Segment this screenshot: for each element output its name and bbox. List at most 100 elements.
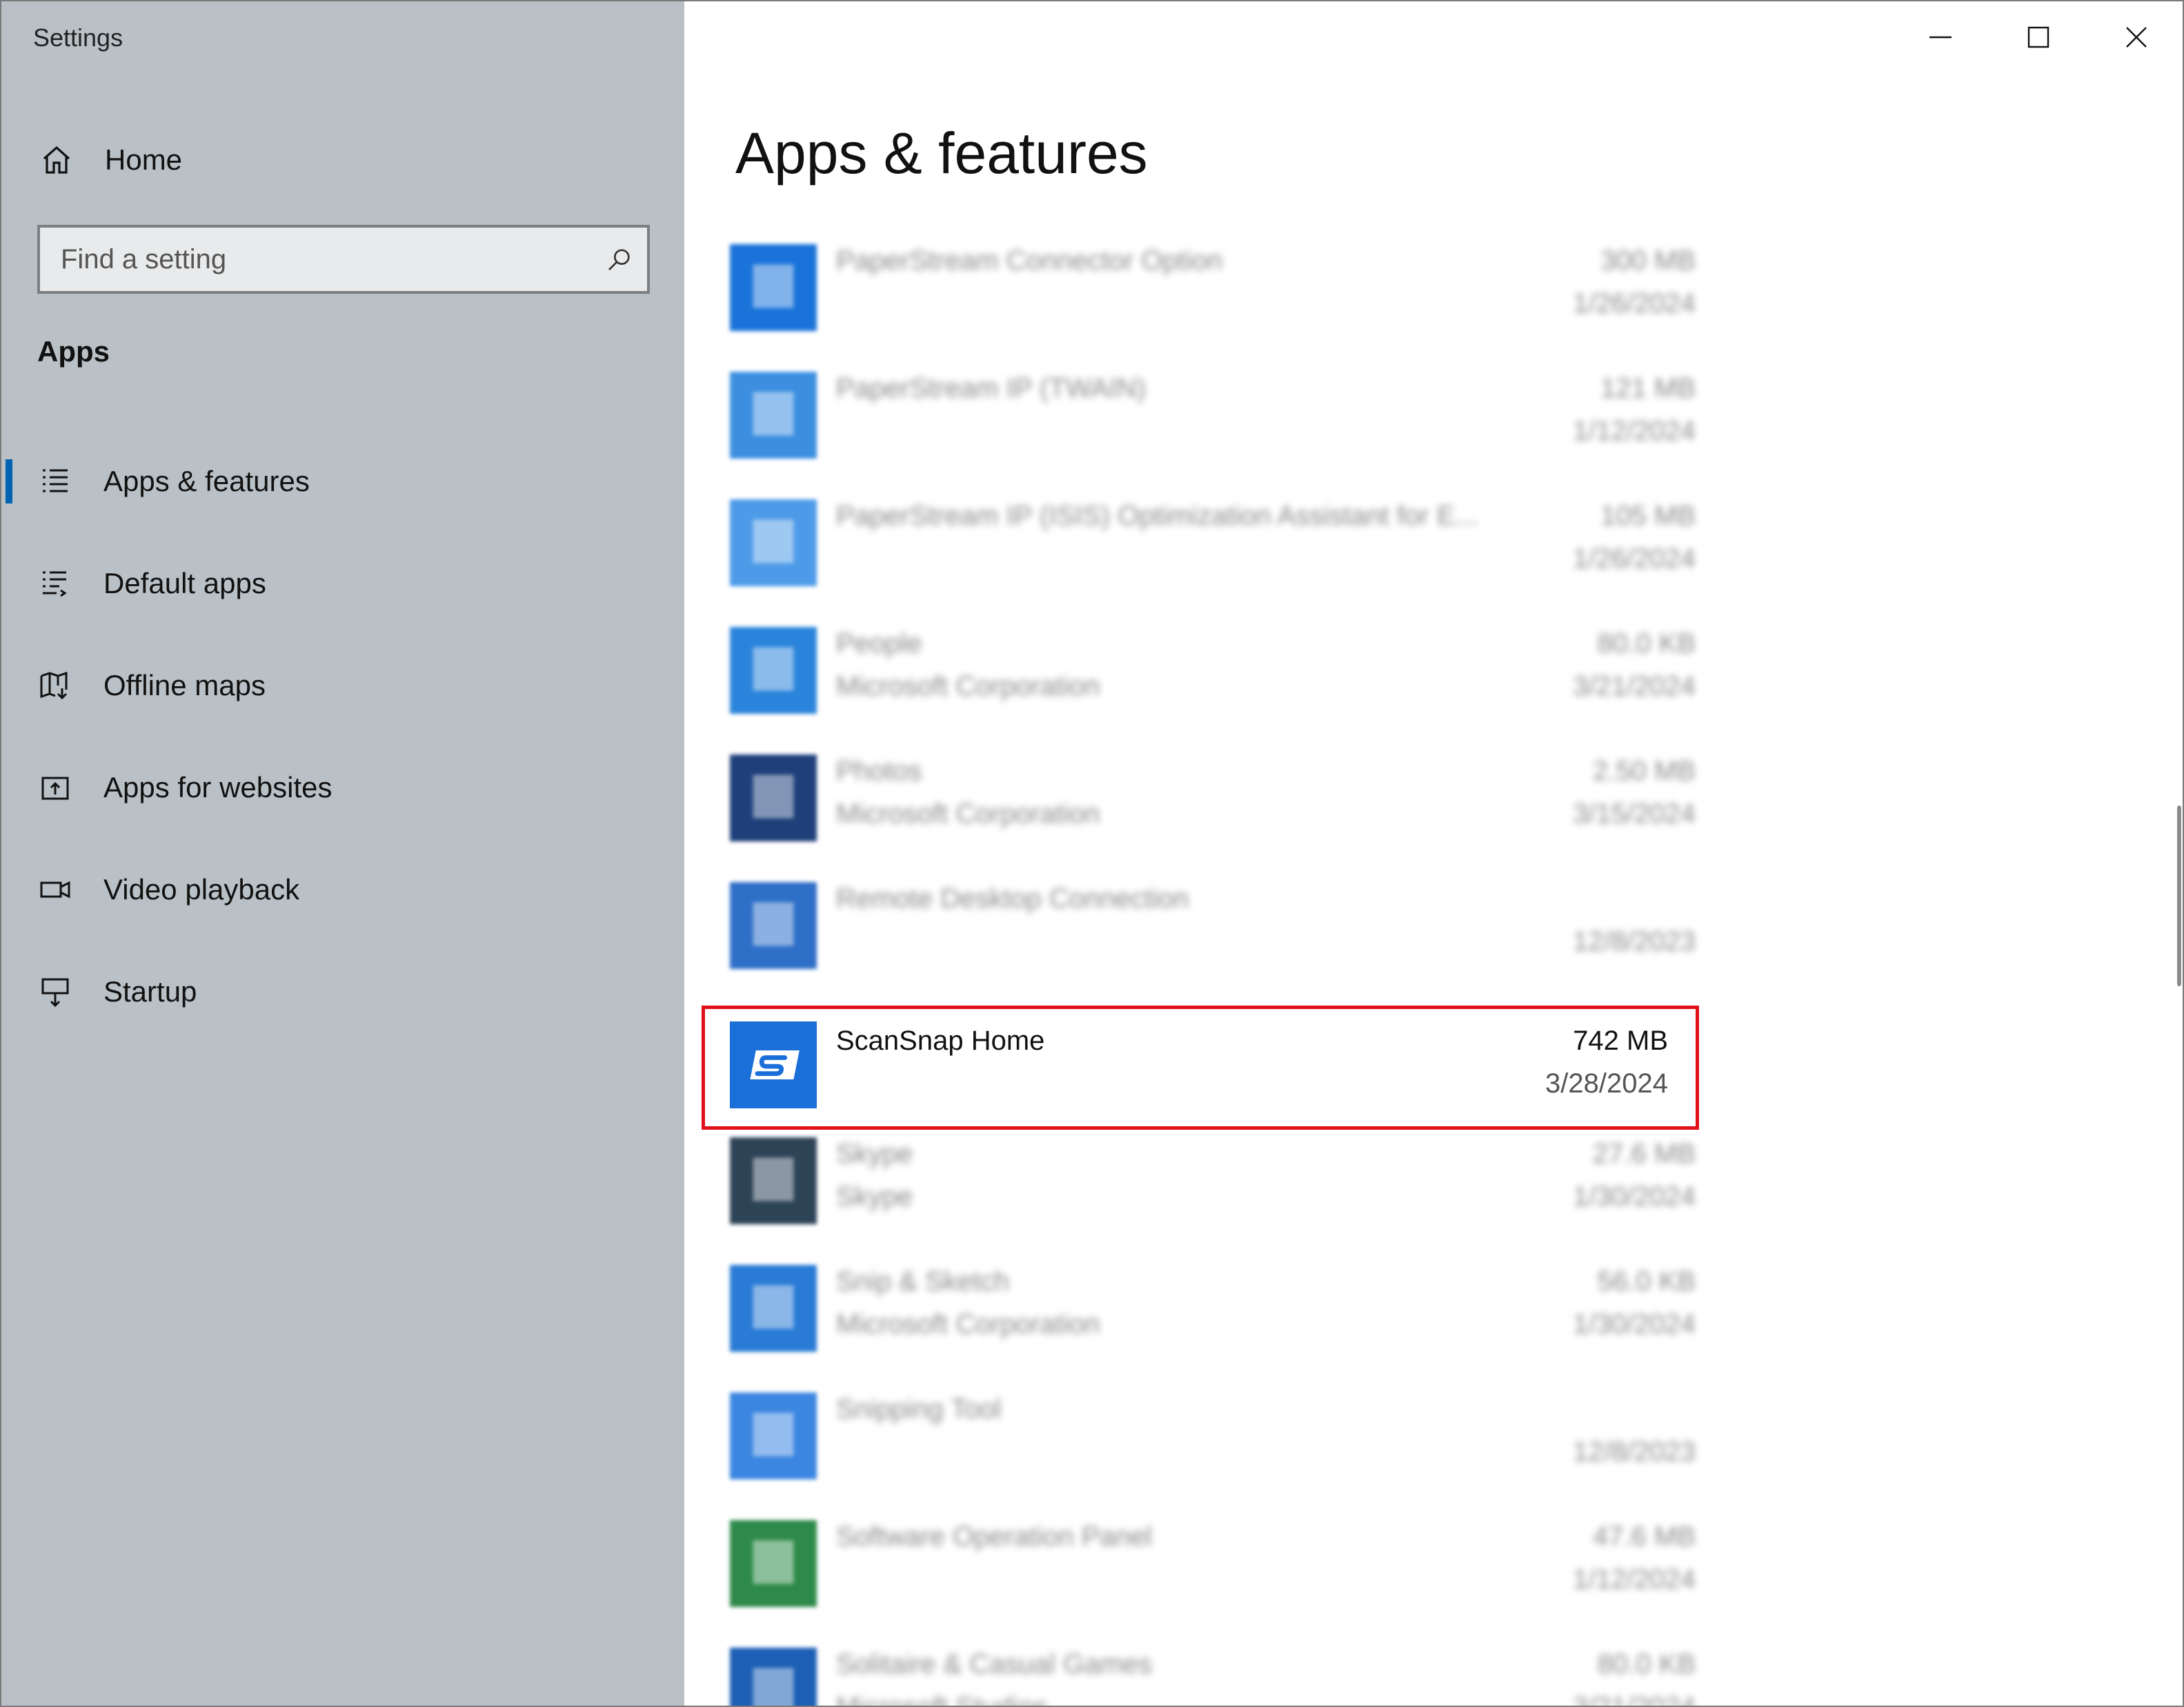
app-row[interactable]: PaperStream IP (TWAIN) 121 MB 1/12/2024 <box>730 361 1696 488</box>
app-row[interactable]: Solitaire & Casual Games Microsoft Studio… <box>730 1637 1696 1707</box>
app-publisher: Microsoft Studios <box>836 1692 1048 1707</box>
window-title: Settings <box>33 23 123 52</box>
minimize-icon <box>1929 36 1952 39</box>
nav-item-label: Offline maps <box>103 669 266 701</box>
close-icon <box>2126 27 2147 48</box>
app-publisher: Microsoft Corporation <box>836 671 1100 701</box>
video-icon <box>36 870 75 909</box>
app-icon <box>730 499 817 586</box>
map-icon <box>36 666 75 705</box>
settings-window: Settings Home Apps Apps & features <box>0 0 2184 1707</box>
list-icon <box>36 462 75 501</box>
app-name: Skype <box>836 1139 913 1169</box>
app-size: 105 MB <box>1600 501 1696 531</box>
maximize-button[interactable] <box>1989 1 2087 73</box>
nav-item-default-apps[interactable]: Default apps <box>1 532 684 635</box>
minimize-button[interactable] <box>1892 1 1989 73</box>
search-icon[interactable] <box>592 228 647 291</box>
nav-item-label: Default apps <box>103 567 266 599</box>
app-name: PaperStream Connector Option <box>836 246 1223 276</box>
scrollbar-thumb[interactable] <box>2177 806 2181 986</box>
nav-item-startup[interactable]: Startup <box>1 941 684 1043</box>
app-install-date: 1/12/2024 <box>1573 1564 1696 1595</box>
app-install-date: 3/21/2024 <box>1573 671 1696 701</box>
app-publisher: Skype <box>836 1181 913 1212</box>
app-row[interactable]: PaperStream Connector Option 300 MB 1/26/2… <box>730 233 1696 361</box>
app-icon <box>730 882 817 969</box>
app-row[interactable]: PaperStream IP (ISIS) Optimization Assis… <box>730 488 1696 616</box>
app-row[interactable]: Skype Skype 27.6 MB 1/30/2024 <box>730 1126 1696 1254</box>
app-install-date: 3/28/2024 <box>1545 1068 1668 1099</box>
app-size: 121 MB <box>1600 373 1696 403</box>
app-size: 2.50 MB <box>1593 756 1696 786</box>
app-install-date: 12/8/2023 <box>1573 926 1696 957</box>
app-row[interactable]: People Microsoft Corporation 80.0 KB 3/21/2… <box>730 616 1696 743</box>
app-install-date: 1/26/2024 <box>1573 543 1696 574</box>
search-box[interactable] <box>37 225 650 294</box>
home-icon <box>36 139 77 181</box>
app-row[interactable]: Photos Microsoft Corporation 2.50 MB 3/15/2… <box>730 743 1696 871</box>
app-icon <box>730 1520 817 1607</box>
home-label: Home <box>105 143 183 176</box>
app-install-date: 1/30/2024 <box>1573 1309 1696 1339</box>
app-name: Snip & Sketch <box>836 1266 1010 1297</box>
app-list: PaperStream Connector Option 300 MB 1/26/2… <box>702 233 1699 1707</box>
app-install-date: 1/12/2024 <box>1573 416 1696 446</box>
app-name: Snipping Tool <box>836 1394 1002 1424</box>
nav-item-label: Startup <box>103 975 197 1008</box>
app-size: 47.6 MB <box>1593 1521 1696 1552</box>
main-content: Apps & features PaperStream Connector Op… <box>684 1 2183 1707</box>
search-input[interactable] <box>40 228 592 291</box>
link-window-icon <box>36 768 75 807</box>
startup-icon <box>36 972 75 1011</box>
app-icon <box>730 1265 817 1352</box>
app-install-date: 1/26/2024 <box>1573 288 1696 319</box>
page-title: Apps & features <box>735 121 1148 186</box>
app-row[interactable]: Software Operation Panel 47.6 MB 1/12/2024 <box>730 1509 1696 1637</box>
nav-item-offline-maps[interactable]: Offline maps <box>1 635 684 737</box>
nav-item-apps-for-websites[interactable]: Apps for websites <box>1 737 684 839</box>
sidebar: Settings Home Apps Apps & features <box>1 1 684 1706</box>
app-size: 80.0 KB <box>1597 628 1696 659</box>
nav-item-label: Apps & features <box>103 465 310 497</box>
app-install-date: 12/8/2023 <box>1573 1437 1696 1467</box>
app-icon <box>730 244 817 331</box>
app-icon <box>730 627 817 714</box>
app-size: 300 MB <box>1600 246 1696 276</box>
app-publisher: Microsoft Corporation <box>836 799 1100 829</box>
app-size: 80.0 KB <box>1597 1649 1696 1679</box>
app-size: 742 MB <box>1573 1026 1668 1056</box>
app-size: 27.6 MB <box>1593 1139 1696 1169</box>
app-name: ScanSnap Home <box>836 1026 1045 1056</box>
app-row[interactable]: Remote Desktop Connection 12/8/2023 <box>730 871 1696 999</box>
app-icon <box>730 372 817 459</box>
app-icon <box>730 1137 817 1224</box>
app-icon <box>730 1648 817 1706</box>
app-row[interactable]: Snipping Tool 12/8/2023 <box>730 1381 1696 1509</box>
app-install-date: 3/15/2024 <box>1573 799 1696 829</box>
close-button[interactable] <box>2087 1 2183 73</box>
app-row[interactable]: Snip & Sketch Microsoft Corporation 56.0 K… <box>730 1254 1696 1381</box>
app-name: Solitaire & Casual Games <box>836 1649 1152 1679</box>
app-icon <box>730 755 817 841</box>
caption-buttons <box>1892 1 2183 73</box>
app-name: People <box>836 628 922 659</box>
app-icon <box>730 1392 817 1479</box>
app-name: Software Operation Panel <box>836 1521 1153 1552</box>
nav-list: Apps & features Default apps Offline map… <box>1 430 684 1043</box>
nav-item-apps-features[interactable]: Apps & features <box>1 430 684 532</box>
app-name: Photos <box>836 756 922 786</box>
app-publisher: Microsoft Corporation <box>836 1309 1100 1339</box>
app-name: PaperStream IP (TWAIN) <box>836 373 1146 403</box>
default-apps-icon <box>36 564 75 603</box>
home-nav-item[interactable]: Home <box>36 132 182 188</box>
nav-item-video-playback[interactable]: Video playback <box>1 839 684 941</box>
scansnap-app-icon <box>730 1021 817 1108</box>
app-size: 56.0 KB <box>1597 1266 1696 1297</box>
section-title: Apps <box>37 335 110 368</box>
app-name: PaperStream IP (ISIS) Optimization Assis… <box>836 501 1478 531</box>
app-install-date: 1/30/2024 <box>1573 1181 1696 1212</box>
app-row-scansnap-home[interactable]: ScanSnap Home 742 MB 3/28/2024 <box>702 1006 1699 1130</box>
nav-item-label: Video playback <box>103 873 300 906</box>
app-name: Remote Desktop Connection <box>836 884 1189 914</box>
